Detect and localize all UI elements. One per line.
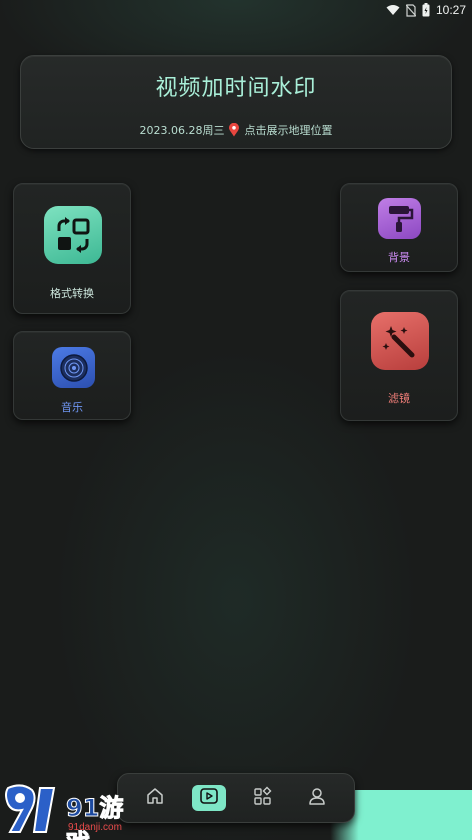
watermark-url: 91danji.com xyxy=(68,822,122,833)
paint-roller-icon xyxy=(378,198,421,239)
location-hint[interactable]: 点击展示地理位置 xyxy=(244,122,332,138)
app-screen: 10:27 视频加时间水印 2023.06.28周三 点击展示地理位置 格式转换 xyxy=(0,0,472,840)
nav-home[interactable] xyxy=(138,785,172,811)
video-play-icon xyxy=(199,787,219,809)
status-bar: 10:27 xyxy=(0,0,472,20)
nav-apps[interactable] xyxy=(246,785,280,811)
watermark-logo-icon xyxy=(5,784,56,833)
location-row[interactable]: 2023.06.28周三 点击展示地理位置 xyxy=(21,122,451,138)
battery-icon xyxy=(422,3,430,17)
location-pin-icon xyxy=(228,123,240,137)
background-label: 背景 xyxy=(388,251,410,264)
status-time: 10:27 xyxy=(435,3,466,17)
nav-profile[interactable] xyxy=(300,785,334,811)
apps-grid-icon xyxy=(253,786,273,810)
background-card[interactable]: 背景 xyxy=(340,183,458,272)
filter-card[interactable]: 滤镜 xyxy=(340,290,458,421)
bottom-nav xyxy=(117,773,355,823)
format-convert-label: 格式转换 xyxy=(50,287,94,300)
nav-video[interactable] xyxy=(192,785,226,811)
music-label: 音乐 xyxy=(61,401,83,414)
wifi-icon xyxy=(386,4,400,16)
format-convert-card[interactable]: 格式转换 xyxy=(13,183,131,314)
format-convert-icon xyxy=(44,206,102,264)
page-title: 视频加时间水印 xyxy=(155,76,317,101)
profile-icon xyxy=(307,786,327,810)
no-sim-icon xyxy=(405,3,416,17)
home-icon xyxy=(145,786,165,810)
music-card[interactable]: 音乐 xyxy=(13,331,131,420)
magic-wand-icon xyxy=(371,312,429,370)
music-disc-icon xyxy=(52,347,95,388)
header-card: 视频加时间水印 2023.06.28周三 点击展示地理位置 xyxy=(20,55,452,149)
filter-label: 滤镜 xyxy=(388,392,410,405)
date-text: 2023.06.28周三 xyxy=(139,124,225,137)
site-watermark: 91游戏 91danji.com xyxy=(2,782,142,840)
